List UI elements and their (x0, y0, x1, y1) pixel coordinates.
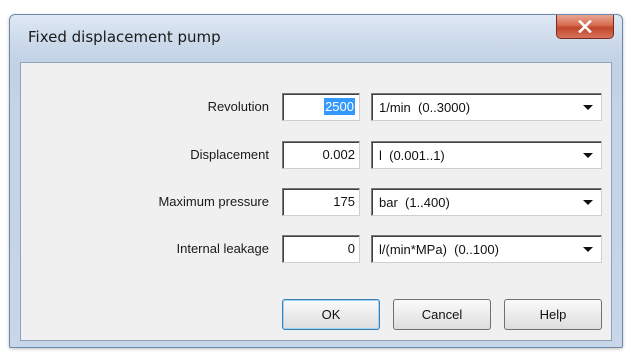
maximum-pressure-unit-value: bar (1..400) (379, 195, 450, 210)
help-button[interactable]: Help (504, 299, 602, 330)
dialog-content: Revolution 2500 1/min (0..3000) Displace… (20, 62, 612, 341)
close-button[interactable] (556, 15, 614, 39)
dialog-window: Fixed displacement pump Revolution 2500 … (9, 14, 623, 348)
displacement-value: 0.002 (322, 147, 355, 162)
revolution-value: 2500 (324, 98, 355, 115)
close-icon (578, 20, 592, 33)
displacement-unit-select[interactable]: l (0.001..1) (371, 141, 602, 169)
internal-leakage-row: Internal leakage 0 l/(min*MPa) (0..100) (21, 234, 611, 264)
revolution-unit-value: 1/min (0..3000) (379, 100, 471, 115)
maximum-pressure-label: Maximum pressure (158, 194, 269, 209)
displacement-input[interactable]: 0.002 (282, 141, 360, 169)
chevron-down-icon (583, 247, 593, 252)
maximum-pressure-value: 175 (333, 194, 355, 209)
internal-leakage-unit-value: l/(min*MPa) (0..100) (379, 242, 499, 257)
chevron-down-icon (583, 153, 593, 158)
maximum-pressure-input[interactable]: 175 (282, 188, 360, 216)
revolution-unit-select[interactable]: 1/min (0..3000) (371, 93, 602, 121)
cancel-button[interactable]: Cancel (393, 299, 491, 330)
maximum-pressure-unit-select[interactable]: bar (1..400) (371, 188, 602, 216)
dialog-title: Fixed displacement pump (28, 28, 221, 46)
revolution-input[interactable]: 2500 (282, 93, 360, 121)
displacement-unit-value: l (0.001..1) (379, 148, 445, 163)
internal-leakage-label: Internal leakage (176, 241, 269, 256)
displacement-label: Displacement (190, 147, 269, 162)
displacement-row: Displacement 0.002 l (0.001..1) (21, 140, 611, 170)
chevron-down-icon (583, 105, 593, 110)
title-bar[interactable]: Fixed displacement pump (10, 15, 622, 53)
ok-button[interactable]: OK (282, 299, 380, 330)
internal-leakage-unit-select[interactable]: l/(min*MPa) (0..100) (371, 235, 602, 263)
maximum-pressure-row: Maximum pressure 175 bar (1..400) (21, 187, 611, 217)
internal-leakage-value: 0 (347, 241, 355, 256)
revolution-label: Revolution (207, 99, 269, 114)
revolution-row: Revolution 2500 1/min (0..3000) (21, 92, 611, 122)
internal-leakage-input[interactable]: 0 (282, 235, 360, 263)
chevron-down-icon (583, 200, 593, 205)
